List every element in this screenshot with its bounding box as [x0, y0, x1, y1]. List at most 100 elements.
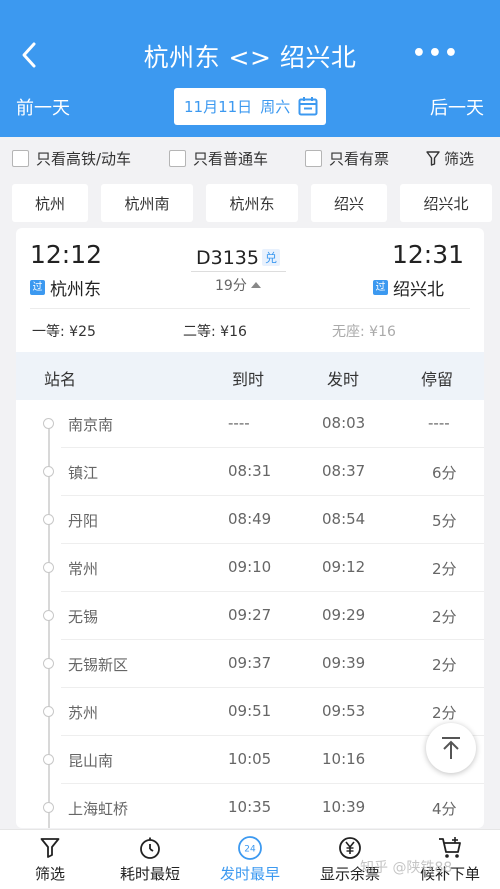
- arrow-up-icon: [442, 737, 460, 759]
- stop-depart: 08:54: [322, 510, 366, 528]
- stop-depart: 09:39: [322, 654, 366, 672]
- timeline-dot: [43, 802, 54, 813]
- table-row: 上海虹桥 10:35 10:39 4分: [16, 784, 484, 828]
- station-tab-shaoxing[interactable]: 绍兴: [311, 184, 387, 222]
- table-row: 无锡 09:27 09:29 2分: [16, 592, 484, 640]
- divider: [30, 308, 470, 309]
- station-tab-hangzhou[interactable]: 杭州: [12, 184, 88, 222]
- bottom-filter-label: 筛选: [34, 865, 65, 883]
- departure-station: 过 杭州东: [30, 275, 101, 300]
- stop-name: 镇江: [68, 464, 99, 482]
- bottom-filter-button[interactable]: 筛选: [0, 836, 100, 884]
- filter-button[interactable]: 筛选: [426, 148, 474, 169]
- next-day-button[interactable]: 后一天: [430, 94, 484, 120]
- stop-name: 昆山南: [68, 752, 114, 770]
- arrival-time: 12:31: [391, 240, 464, 269]
- top-header: 杭州东 <> 绍兴北 ••• 前一天 11月11日 周六 后一天: [0, 0, 500, 137]
- table-row: 丹阳 08:49 08:54 5分: [16, 496, 484, 544]
- checkbox-box: [169, 150, 186, 167]
- stop-depart: 09:53: [322, 702, 366, 720]
- yen-coin-icon: [339, 837, 361, 859]
- stop-arrive: 09:51: [228, 702, 272, 720]
- stop-name: 丹阳: [68, 512, 99, 530]
- checkbox-label: 只看普通车: [193, 150, 269, 168]
- stop-name: 南京南: [68, 416, 114, 434]
- regular-only-checkbox[interactable]: 只看普通车: [169, 148, 268, 169]
- stop-name: 无锡: [68, 608, 99, 626]
- pass-badge: 过: [373, 280, 388, 295]
- duration-toggle[interactable]: 19分: [215, 275, 261, 295]
- second-class-price: 二等: ¥16: [183, 324, 247, 340]
- timeline-dot: [43, 610, 54, 621]
- stopwatch-icon: [140, 837, 160, 859]
- exchange-badge: 兑: [261, 249, 280, 266]
- filter-button-label: 筛选: [443, 150, 474, 168]
- pass-badge: 过: [30, 280, 45, 295]
- col-depart: 发时: [327, 370, 360, 389]
- stop-stay: 4分: [432, 800, 457, 818]
- table-row: 常州 09:10 09:12 2分: [16, 544, 484, 592]
- arrival-station: 过 绍兴北: [373, 275, 444, 300]
- date-text: 11月11日: [184, 98, 253, 116]
- stop-stay: 6分: [432, 464, 457, 482]
- funnel-icon: [40, 838, 60, 858]
- timeline-dot: [43, 466, 54, 477]
- prev-day-button[interactable]: 前一天: [16, 94, 70, 120]
- stop-arrive: 10:05: [228, 750, 272, 768]
- checkbox-label: 只看有票: [329, 150, 390, 168]
- stop-stay: 2分: [432, 656, 457, 674]
- timeline-dot: [43, 562, 54, 573]
- stop-name: 无锡新区: [68, 656, 129, 674]
- collapse-triangle-icon: [250, 282, 261, 288]
- train-detail-card: 12:12 12:31 D3135 兑 19分 过 杭州东 过 绍兴北 一等: ¥…: [16, 228, 484, 828]
- train-number-text: D3135: [196, 247, 259, 269]
- checkbox-label: 只看高铁/动车: [36, 150, 132, 168]
- timeline-dot: [43, 706, 54, 717]
- station-tab-hangzhou-south[interactable]: 杭州南: [101, 184, 193, 222]
- table-row: 南京南 ---- 08:03 ----: [16, 400, 484, 448]
- weekday-text: 周六: [260, 98, 291, 116]
- stop-depart: 10:16: [322, 750, 366, 768]
- stop-stay: 2分: [432, 608, 457, 626]
- stop-name: 常州: [68, 560, 99, 578]
- first-class-price: 一等: ¥25: [32, 324, 96, 340]
- stop-name: 苏州: [68, 704, 99, 722]
- route-line: [191, 271, 286, 272]
- stop-arrive: 08:49: [228, 510, 272, 528]
- stop-stay: 2分: [432, 704, 457, 722]
- stop-depart: 08:03: [322, 414, 366, 432]
- shortest-duration-label: 耗时最短: [119, 865, 180, 883]
- stop-arrive: ----: [228, 414, 250, 432]
- table-row: 镇江 08:31 08:37 6分: [16, 448, 484, 496]
- stop-table-header: 站名 到时 发时 停留: [16, 352, 484, 400]
- departure-time: 12:12: [30, 240, 103, 269]
- col-station: 站名: [44, 370, 77, 389]
- duration-text: 19分: [215, 278, 247, 294]
- stop-arrive: 09:10: [228, 558, 272, 576]
- station-tab-hangzhou-east[interactable]: 杭州东: [206, 184, 298, 222]
- calendar-icon: [298, 97, 318, 116]
- checkbox-box: [12, 150, 29, 167]
- col-arrive: 到时: [232, 370, 265, 389]
- arrival-station-name: 绍兴北: [393, 280, 444, 300]
- table-row: 苏州 09:51 09:53 2分: [16, 688, 484, 736]
- timeline-dot: [43, 514, 54, 525]
- date-picker[interactable]: 11月11日 周六: [174, 88, 326, 125]
- shortest-duration-button[interactable]: 耗时最短: [100, 836, 200, 884]
- high-speed-only-checkbox[interactable]: 只看高铁/动车: [12, 148, 131, 169]
- no-seat-price: 无座: ¥16: [332, 324, 396, 340]
- stop-arrive: 10:35: [228, 798, 272, 816]
- station-tab-shaoxing-north[interactable]: 绍兴北: [400, 184, 492, 222]
- stop-depart: 09:29: [322, 606, 366, 624]
- scroll-to-top-button[interactable]: [426, 723, 476, 773]
- available-only-checkbox[interactable]: 只看有票: [305, 148, 389, 169]
- train-number[interactable]: D3135 兑: [196, 247, 280, 269]
- stop-arrive: 08:31: [228, 462, 272, 480]
- more-options-icon[interactable]: •••: [412, 43, 460, 65]
- watermark-text: 知乎 @陕铁88: [360, 860, 453, 876]
- stop-depart: 09:12: [322, 558, 366, 576]
- stop-stay: 2分: [432, 560, 457, 578]
- timeline-dot: [43, 754, 54, 765]
- checkbox-box: [305, 150, 322, 167]
- earliest-departure-button[interactable]: 24 发时最早: [200, 836, 300, 884]
